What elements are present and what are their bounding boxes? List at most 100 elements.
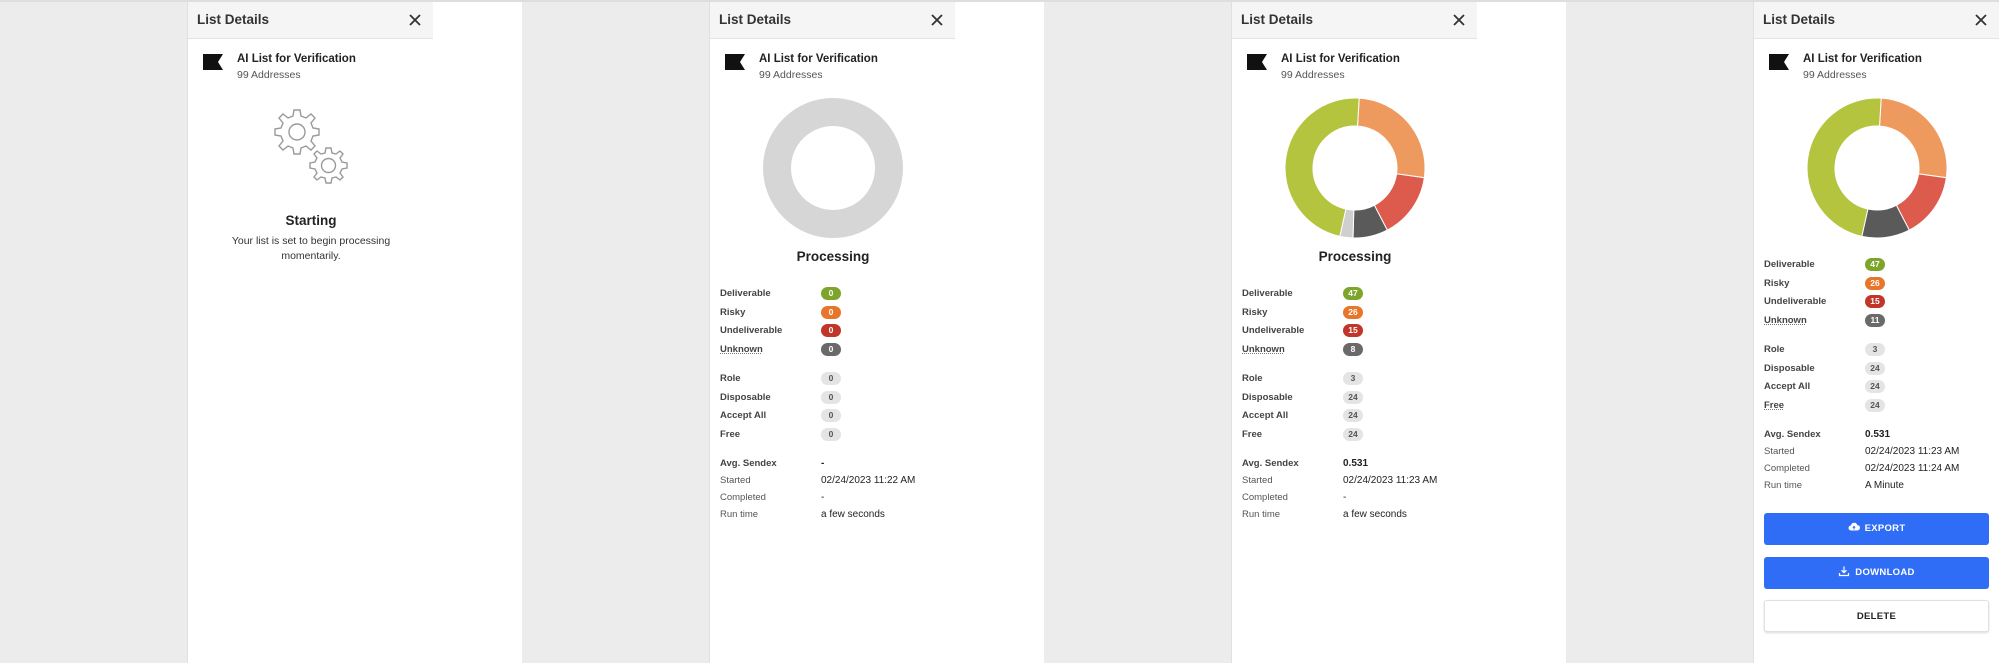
avg-sendex-value: 0.531 — [1865, 429, 1891, 440]
info-label: Started — [1242, 475, 1273, 486]
stat-row-unknown: Unknown 8 — [1242, 342, 1468, 361]
avg-sendex-value: - — [821, 458, 825, 469]
stat-row-disposable: Disposable 24 — [1764, 361, 1990, 380]
stat-row-disposable: Disposable 24 — [1242, 390, 1468, 409]
disposable-count-badge: 0 — [821, 390, 841, 404]
deliverable-count-badge: 0 — [821, 287, 841, 300]
close-icon[interactable] — [405, 10, 425, 30]
panel-title: List Details — [1763, 12, 1836, 27]
status-message: Your list is set to begin processing mom… — [231, 235, 391, 262]
accept-all-count-badge: 0 — [821, 409, 841, 422]
close-icon[interactable] — [1971, 10, 1991, 30]
panel-header: List Details — [710, 2, 955, 39]
stat-row-undeliverable: Undeliverable 15 — [1764, 294, 1990, 313]
panel-header: List Details — [1754, 2, 1999, 39]
stat-row-free: Free 0 — [720, 427, 946, 446]
stats-section: Deliverable 0 Risky 0 Undeliverable 0 Unkno… — [720, 286, 946, 524]
disposable-count-badge: 24 — [1865, 361, 1885, 375]
stat-row-deliverable: Deliverable 0 — [720, 286, 946, 305]
started-value: 02/24/2023 11:23 AM — [1865, 446, 1960, 457]
stat-row-undeliverable: Undeliverable 15 — [1242, 323, 1468, 342]
started-value: 02/24/2023 11:23 AM — [1343, 475, 1438, 486]
list-name: AI List for Verification — [1803, 53, 1922, 65]
role-count-badge: 3 — [1865, 343, 1885, 356]
stat-label: Risky — [1242, 306, 1268, 318]
stat-row-risky: Risky 26 — [1764, 276, 1990, 295]
stat-label-free[interactable]: Free — [1764, 400, 1784, 411]
info-label: Run time — [1764, 480, 1803, 491]
stats-section: Deliverable 47 Risky 26 Undeliverable 15 Un… — [1242, 286, 1468, 524]
unknown-count-badge: 0 — [821, 342, 841, 356]
list-address-count: 99 Addresses — [1281, 69, 1345, 81]
list-summary: AI List for Verification 99 Addresses — [710, 39, 955, 89]
info-label-avg-sendex[interactable]: Avg. Sendex — [1764, 429, 1821, 440]
info-row-run-time: Run time a few seconds — [1242, 507, 1468, 524]
stat-label: Deliverable — [720, 288, 771, 299]
deliverable-count-badge: 47 — [1343, 287, 1363, 300]
stat-row-role: Role 0 — [720, 371, 946, 390]
list-details-panel-completed: List Details AI List for Verification 99… — [1753, 2, 1999, 663]
stat-label: Undeliverable — [1764, 296, 1827, 307]
disposable-count-badge: 24 — [1343, 390, 1363, 404]
stat-label-unknown[interactable]: Unknown — [1242, 344, 1285, 355]
run-time-value: A Minute — [1865, 480, 1904, 491]
stat-row-accept-all: Accept All 24 — [1764, 379, 1990, 398]
run-time-value: a few seconds — [1343, 509, 1407, 520]
cloud-upload-icon — [1848, 522, 1860, 531]
stat-label-unknown[interactable]: Unknown — [720, 344, 763, 355]
stat-label: Deliverable — [1242, 288, 1293, 299]
stat-label: Deliverable — [1764, 259, 1815, 270]
donut-segment-risky — [1878, 98, 1947, 179]
info-row-completed: Completed 02/24/2023 11:24 AM — [1764, 461, 1990, 478]
undeliverable-count-badge: 15 — [1865, 295, 1885, 308]
status-title: Starting — [285, 213, 337, 228]
gears-icon — [267, 106, 357, 192]
flag-icon — [202, 53, 224, 71]
close-icon[interactable] — [927, 10, 947, 30]
stats-section: Deliverable 47 Risky 26 Undeliverable 15 Un… — [1764, 257, 1990, 495]
export-button[interactable]: EXPORT — [1764, 513, 1989, 545]
info-row-started: Started 02/24/2023 11:22 AM — [720, 473, 946, 490]
stat-label-unknown[interactable]: Unknown — [1764, 315, 1807, 326]
stat-label: Accept All — [1242, 410, 1289, 421]
info-label: Avg. Sendex — [1242, 458, 1299, 469]
info-label: Completed — [1764, 463, 1810, 474]
download-label: DOWNLOAD — [1855, 567, 1915, 578]
stat-label: Free — [1242, 428, 1263, 440]
stat-row-accept-all: Accept All 24 — [1242, 408, 1468, 427]
stat-row-role: Role 3 — [1242, 371, 1468, 390]
delete-label: DELETE — [1856, 611, 1897, 622]
info-label: Run time — [1242, 509, 1281, 520]
free-count-badge: 0 — [821, 427, 841, 441]
run-time-value: a few seconds — [821, 509, 885, 520]
panel-header: List Details — [1232, 2, 1477, 39]
list-address-count: 99 Addresses — [237, 69, 301, 81]
info-row-avg-sendex: Avg. Sendex - — [720, 456, 946, 473]
panel-title: List Details — [1241, 12, 1314, 27]
risky-count-badge: 0 — [821, 305, 841, 319]
panel-title: List Details — [197, 12, 270, 27]
flag-icon — [724, 53, 746, 71]
status-title: Processing — [1318, 249, 1392, 264]
info-row-avg-sendex: Avg. Sendex 0.531 — [1242, 456, 1468, 473]
deliverable-count-badge: 47 — [1865, 258, 1885, 271]
stat-label: Role — [1764, 344, 1785, 355]
stat-label: Undeliverable — [1242, 325, 1305, 336]
close-icon[interactable] — [1449, 10, 1469, 30]
results-donut-chart — [1807, 98, 1947, 238]
list-summary: AI List for Verification 99 Addresses — [1232, 39, 1477, 89]
undeliverable-count-badge: 15 — [1343, 324, 1363, 337]
unknown-count-badge: 11 — [1865, 313, 1885, 327]
flag-icon — [1246, 53, 1268, 71]
undeliverable-count-badge: 0 — [821, 324, 841, 337]
stat-label: Accept All — [1764, 381, 1811, 392]
info-label: Avg. Sendex — [720, 458, 777, 469]
stat-row-undeliverable: Undeliverable 0 — [720, 323, 946, 342]
list-details-panel-processing-empty: List Details AI List for Verification 99… — [709, 2, 955, 663]
delete-button[interactable]: DELETE — [1764, 600, 1989, 632]
free-count-badge: 24 — [1865, 398, 1885, 412]
download-button[interactable]: DOWNLOAD — [1764, 557, 1989, 589]
stat-row-risky: Risky 0 — [720, 305, 946, 324]
stat-row-deliverable: Deliverable 47 — [1764, 257, 1990, 276]
info-row-run-time: Run time A Minute — [1764, 478, 1990, 495]
